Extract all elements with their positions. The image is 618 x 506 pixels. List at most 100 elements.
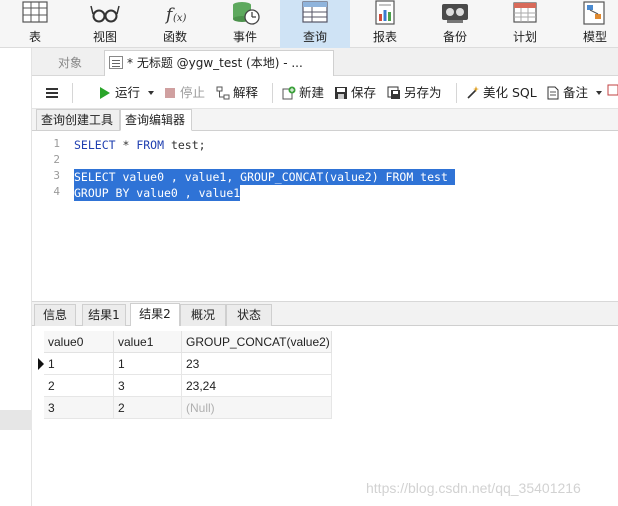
query-icon <box>302 1 328 23</box>
svg-text:(x): (x) <box>173 13 187 24</box>
sql-keyword: SELECT <box>74 138 116 152</box>
table-cell[interactable]: 1 <box>114 353 182 375</box>
ribbon-model-label: 模型 <box>582 30 607 44</box>
ribbon-table-button[interactable]: 表 <box>0 0 70 48</box>
main-ribbon: 表 视图 f (x) 函数 事件 查询 报表 备份 计划 模型 <box>0 0 618 48</box>
note-label: 备注 <box>563 85 589 100</box>
tab-objects[interactable]: 对象 <box>40 53 100 75</box>
sql-text: test; <box>164 138 206 152</box>
tab-result1[interactable]: 结果1 <box>82 304 126 327</box>
tab-untitled-query-label: * 无标题 @ygw_test (本地) - ... <box>127 56 303 70</box>
sql-editor[interactable]: 1 SELECT * FROM test; 2 3 SELECT value0 … <box>32 131 618 299</box>
explain-label: 解释 <box>233 85 259 100</box>
sql-keyword: FROM <box>136 138 165 152</box>
backup-icon <box>442 4 468 23</box>
ribbon-query-label: 查询 <box>302 30 327 44</box>
ribbon-schedule-button[interactable]: 计划 <box>490 0 560 48</box>
ribbon-schedule-label: 计划 <box>512 30 537 44</box>
table-cell[interactable]: 23,24 <box>182 375 332 397</box>
ribbon-model-button[interactable]: 模型 <box>560 0 618 48</box>
left-panel-edge <box>0 48 32 506</box>
ribbon-report-button[interactable]: 报表 <box>350 0 420 48</box>
schedule-icon <box>513 2 537 23</box>
table-cell[interactable]: 3 <box>44 397 114 419</box>
explain-icon <box>216 86 230 99</box>
new-label: 新建 <box>299 85 325 100</box>
magic-wand-icon <box>467 85 479 99</box>
result-grid[interactable]: value0 value1 GROUP_CONCAT(value2) 1 1 2… <box>32 326 618 506</box>
event-clock-icon <box>233 2 260 25</box>
table-cell[interactable]: 2 <box>44 375 114 397</box>
explain-button[interactable]: 解释 <box>216 83 258 103</box>
note-button[interactable]: 备注 <box>546 83 603 103</box>
overflow-button[interactable] <box>606 83 618 103</box>
sql-text: * <box>115 138 137 152</box>
code-line-1[interactable]: SELECT * FROM test; <box>74 137 206 153</box>
query-document-icon <box>109 56 123 69</box>
overflow-icon <box>607 84 618 96</box>
ribbon-view-label: 视图 <box>92 30 117 44</box>
save-button[interactable]: 保存 <box>334 83 376 103</box>
code-line-4-selected[interactable]: GROUP BY value0 , value1 <box>74 185 241 201</box>
run-button[interactable]: 运行 <box>98 83 155 103</box>
column-header-value0[interactable]: value0 <box>44 331 114 353</box>
table-cell[interactable]: 23 <box>182 353 332 375</box>
ribbon-backup-button[interactable]: 备份 <box>420 0 490 48</box>
ribbon-table-label: 表 <box>28 30 41 44</box>
save-as-button[interactable]: 另存为 <box>387 83 442 103</box>
run-label: 运行 <box>115 85 141 100</box>
toolbar-separator <box>72 83 73 103</box>
query-toolbar: 运行 停止 解释 新建 保存 另存为 美化 SQL 备注 <box>32 77 618 109</box>
table-cell[interactable]: 2 <box>114 397 182 419</box>
ribbon-view-button[interactable]: 视图 <box>70 0 140 48</box>
new-query-icon <box>282 86 296 99</box>
line-number: 1 <box>53 137 60 150</box>
ribbon-query-button[interactable]: 查询 <box>280 0 350 48</box>
stop-button[interactable]: 停止 <box>163 83 205 103</box>
save-disk-icon <box>335 86 347 99</box>
stop-label: 停止 <box>180 85 206 100</box>
ribbon-function-button[interactable]: f (x) 函数 <box>140 0 210 48</box>
beautify-sql-button[interactable]: 美化 SQL <box>466 83 537 103</box>
report-icon <box>375 0 395 25</box>
stop-square-icon <box>165 87 175 98</box>
beautify-sql-label: 美化 SQL <box>483 85 537 100</box>
ribbon-event-label: 事件 <box>232 30 257 44</box>
run-play-icon <box>100 86 110 99</box>
line-number: 3 <box>53 169 60 182</box>
tab-query-builder[interactable]: 查询创建工具 <box>36 109 120 131</box>
tab-status[interactable]: 状态 <box>226 304 272 327</box>
column-header-group-concat[interactable]: GROUP_CONCAT(value2) <box>182 331 332 353</box>
tab-result2[interactable]: 结果2 <box>130 303 180 327</box>
view-glasses-icon <box>90 5 120 23</box>
table-cell[interactable]: 3 <box>114 375 182 397</box>
table-cell-null[interactable]: (Null) <box>182 397 332 419</box>
document-tab-bar: 对象 * 无标题 @ygw_test (本地) - ... <box>32 48 618 76</box>
save-as-label: 另存为 <box>404 85 442 100</box>
result-tab-bar: 信息 结果1 结果2 概况 状态 <box>32 301 618 327</box>
menu-button[interactable] <box>44 83 60 103</box>
function-icon: f (x) <box>164 5 187 25</box>
code-line-3-selected[interactable]: SELECT value0 , value1, GROUP_CONCAT(val… <box>74 169 455 185</box>
left-panel-scroll-marker[interactable] <box>0 410 32 430</box>
save-as-icon <box>387 86 400 99</box>
ribbon-event-button[interactable]: 事件 <box>210 0 280 48</box>
table-icon <box>22 1 48 23</box>
tab-untitled-query[interactable]: * 无标题 @ygw_test (本地) - ... <box>104 50 334 76</box>
table-cell[interactable]: 1 <box>44 353 114 375</box>
note-document-icon <box>547 86 559 99</box>
column-header-value1[interactable]: value1 <box>114 331 182 353</box>
watermark-text: https://blog.csdn.net/qq_35401216 <box>366 480 581 496</box>
tab-info[interactable]: 信息 <box>34 304 76 327</box>
query-mode-tab-bar: 查询创建工具 查询编辑器 <box>32 109 618 131</box>
save-label: 保存 <box>351 85 377 100</box>
note-dropdown-chevron-icon[interactable] <box>595 89 603 97</box>
ribbon-report-label: 报表 <box>372 30 397 44</box>
toolbar-separator <box>272 83 273 103</box>
new-button[interactable]: 新建 <box>282 83 324 103</box>
tab-overview[interactable]: 概况 <box>180 304 226 327</box>
toolbar-separator <box>456 83 457 103</box>
tab-query-editor[interactable]: 查询编辑器 <box>120 109 192 131</box>
run-dropdown-chevron-icon[interactable] <box>147 89 155 97</box>
ribbon-function-label: 函数 <box>162 30 187 44</box>
